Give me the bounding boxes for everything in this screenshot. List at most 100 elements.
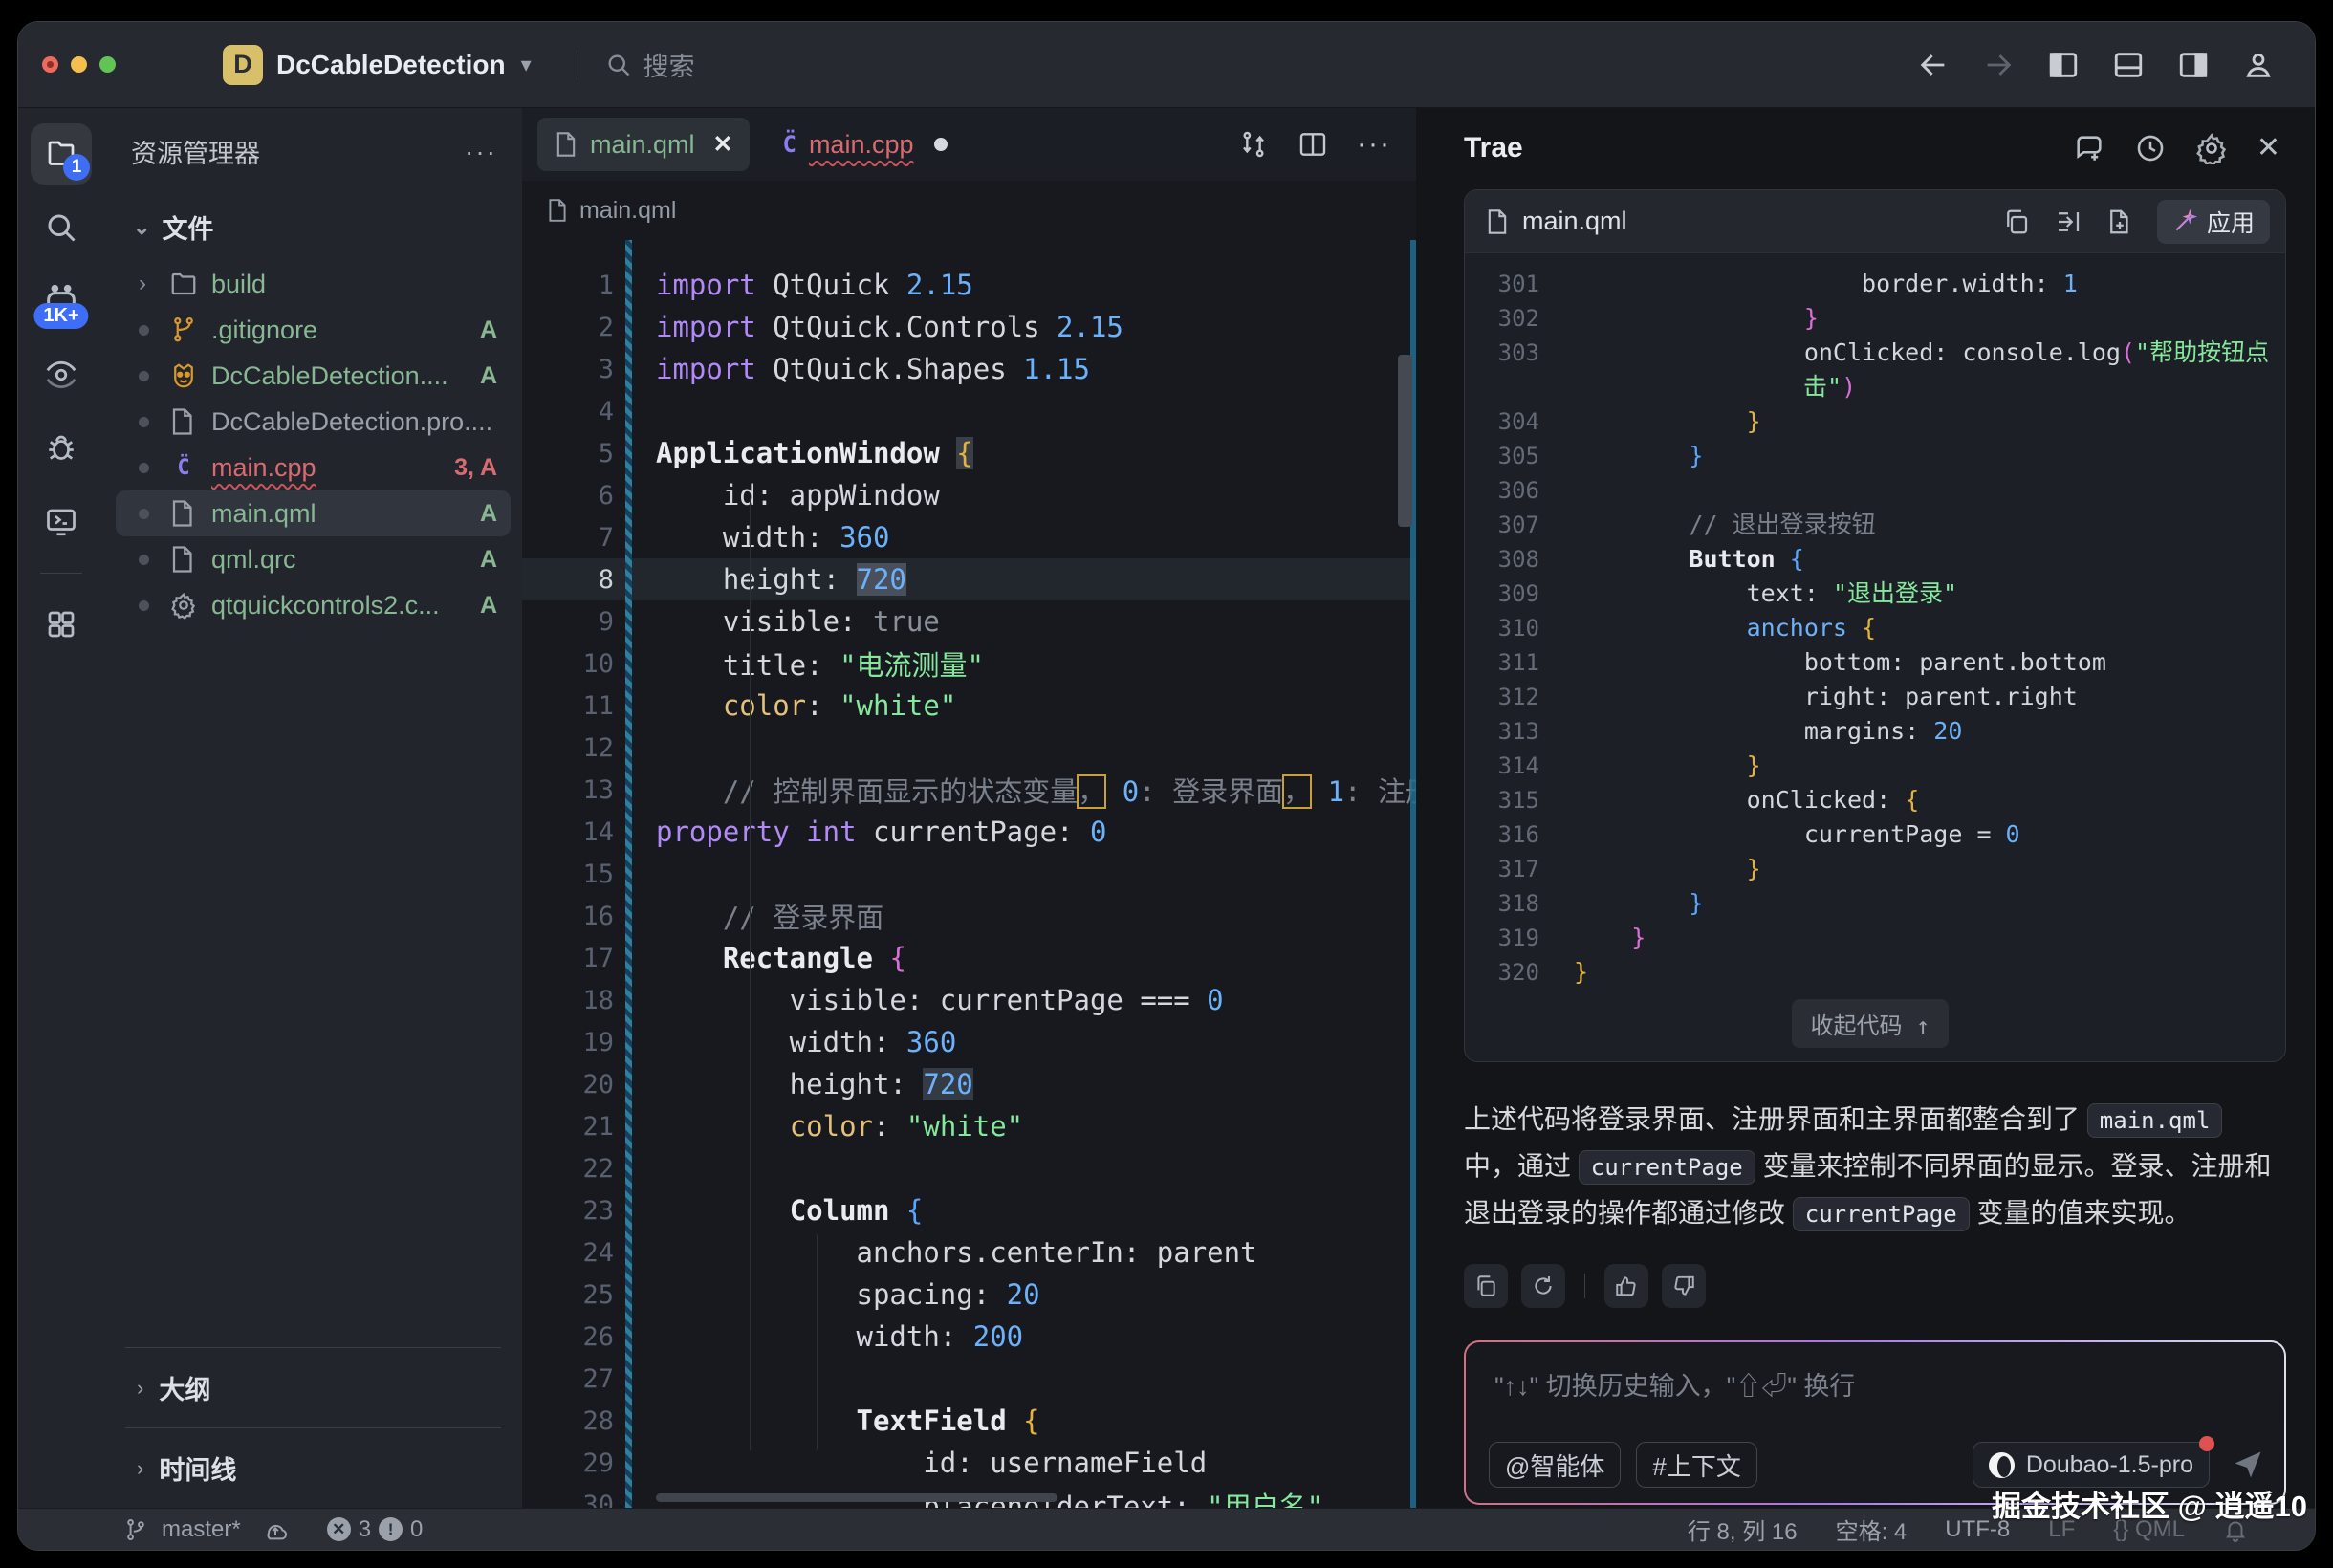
sidebar-item-explorer[interactable]: 1 bbox=[31, 123, 92, 185]
global-search[interactable]: 搜索 bbox=[605, 46, 695, 83]
file-tree-item-main-cpp[interactable]: C̈main.cpp3, A bbox=[116, 445, 511, 490]
code-line-15[interactable]: 15 bbox=[522, 853, 1416, 895]
sidebar-item-preview[interactable] bbox=[31, 344, 92, 405]
thumbs-up-button[interactable] bbox=[1604, 1264, 1648, 1308]
code-line-310[interactable]: 310 anchors { bbox=[1465, 611, 2276, 645]
code-line-13[interactable]: 13 // 控制界面显示的状态变量， 0: 登录界面， 1: 注册界面， bbox=[522, 769, 1416, 811]
code-line-22[interactable]: 22 bbox=[522, 1147, 1416, 1189]
code-line-10[interactable]: 10 title: "电流测量" bbox=[522, 642, 1416, 685]
code-line-21[interactable]: 21 color: "white" bbox=[522, 1105, 1416, 1147]
git-branch-label[interactable]: master* bbox=[162, 1516, 241, 1543]
close-panel-icon[interactable]: ✕ bbox=[2257, 131, 2280, 164]
collapse-code-button[interactable]: 收起代码 ↑ bbox=[1792, 999, 1950, 1048]
maximize-window-button[interactable] bbox=[99, 56, 116, 73]
code-line-23[interactable]: 23 Column { bbox=[522, 1189, 1416, 1231]
code-line-314[interactable]: 314 } bbox=[1465, 749, 2276, 783]
send-button[interactable] bbox=[2231, 1448, 2265, 1482]
close-tab-icon[interactable]: ✕ bbox=[713, 130, 733, 159]
gear-icon[interactable] bbox=[2195, 132, 2228, 164]
code-line-311[interactable]: 311 bottom: parent.bottom bbox=[1465, 645, 2276, 680]
code-line-12[interactable]: 12 bbox=[522, 727, 1416, 769]
code-line-25[interactable]: 25 spacing: 20 bbox=[522, 1274, 1416, 1316]
code-line-308[interactable]: 308 Button { bbox=[1465, 542, 2276, 577]
breadcrumb[interactable]: main.qml bbox=[522, 181, 1416, 240]
code-line-312[interactable]: 312 right: parent.right bbox=[1465, 680, 2276, 714]
code-line-9[interactable]: 9 visible: true bbox=[522, 600, 1416, 642]
agent-chip[interactable]: @智能体 bbox=[1489, 1442, 1621, 1488]
toggle-right-panel-button[interactable] bbox=[2177, 49, 2210, 81]
code-line-309[interactable]: 309 text: "退出登录" bbox=[1465, 577, 2276, 611]
code-line-301[interactable]: 301 border.width: 1 bbox=[1465, 267, 2276, 301]
timeline-section-header[interactable]: › 时间线 bbox=[104, 1428, 522, 1508]
sidebar-item-search[interactable] bbox=[31, 197, 92, 258]
code-line-19[interactable]: 19 width: 360 bbox=[522, 1021, 1416, 1063]
horizontal-scrollbar[interactable] bbox=[656, 1493, 1057, 1502]
outline-section-header[interactable]: › 大纲 bbox=[104, 1348, 522, 1427]
sidebar-item-ai-agent[interactable]: 1K+ bbox=[31, 271, 92, 332]
file-tree-item-dccabledetection-[interactable]: DcCableDetection....A bbox=[116, 353, 511, 399]
apply-code-button[interactable]: 应用 bbox=[2157, 200, 2270, 244]
code-line-304[interactable]: 304 } bbox=[1465, 404, 2276, 439]
code-line-313[interactable]: 313 margins: 20 bbox=[1465, 714, 2276, 749]
code-line-319[interactable]: 319 } bbox=[1465, 921, 2276, 955]
code-line-1[interactable]: 1import QtQuick 2.15 bbox=[522, 264, 1416, 306]
code-line-6[interactable]: 6 id: appWindow bbox=[522, 474, 1416, 516]
indentation[interactable]: 空格: 4 bbox=[1836, 1513, 1908, 1546]
model-selector[interactable]: Doubao-1.5-pro bbox=[1973, 1442, 2210, 1488]
code-line-305[interactable]: 305 } bbox=[1465, 439, 2276, 473]
minimize-window-button[interactable] bbox=[71, 56, 87, 73]
code-line-315[interactable]: 315 onClicked: { bbox=[1465, 783, 2276, 817]
file-tree-item-build[interactable]: ›build bbox=[116, 261, 511, 307]
code-line-2[interactable]: 2import QtQuick.Controls 2.15 bbox=[522, 306, 1416, 348]
history-icon[interactable] bbox=[2134, 132, 2167, 164]
git-branch-icon[interactable] bbox=[123, 1517, 148, 1542]
copy-icon[interactable] bbox=[2002, 207, 2031, 236]
code-line-307[interactable]: 307 // 退出登录按钮 bbox=[1465, 508, 2276, 542]
new-file-icon[interactable] bbox=[2105, 207, 2134, 236]
sidebar-more-button[interactable]: ··· bbox=[465, 137, 497, 167]
file-tree-item--gitignore[interactable]: .gitignoreA bbox=[116, 307, 511, 353]
vertical-scrollbar[interactable] bbox=[1398, 355, 1412, 527]
nav-forward-button[interactable] bbox=[1982, 49, 2015, 81]
code-line-3[interactable]: 3import QtQuick.Shapes 1.15 bbox=[522, 348, 1416, 390]
sidebar-item-extensions[interactable] bbox=[31, 594, 92, 655]
tab-main-qml[interactable]: main.qml ✕ bbox=[537, 118, 750, 171]
code-line-4[interactable]: 4 bbox=[522, 390, 1416, 432]
regenerate-button[interactable] bbox=[1521, 1264, 1565, 1308]
code-line-5[interactable]: 5ApplicationWindow { bbox=[522, 432, 1416, 474]
code-line-20[interactable]: 20 height: 720 bbox=[522, 1063, 1416, 1105]
toggle-left-panel-button[interactable] bbox=[2047, 49, 2080, 81]
toggle-bottom-panel-button[interactable] bbox=[2112, 49, 2145, 81]
file-tree-item-main-qml[interactable]: main.qmlA bbox=[116, 490, 511, 536]
close-window-button[interactable] bbox=[42, 56, 58, 73]
code-line-303[interactable]: 303 onClicked: console.log("帮助按钮点击") bbox=[1465, 336, 2276, 404]
code-line-28[interactable]: 28 TextField { bbox=[522, 1400, 1416, 1442]
context-chip[interactable]: #上下文 bbox=[1636, 1442, 1756, 1488]
code-line-16[interactable]: 16 // 登录界面 bbox=[522, 895, 1416, 937]
split-editor-icon[interactable] bbox=[1297, 129, 1328, 160]
more-actions-icon[interactable]: ··· bbox=[1357, 128, 1391, 161]
sync-icon[interactable] bbox=[262, 1516, 289, 1543]
code-line-7[interactable]: 7 width: 360 bbox=[522, 516, 1416, 558]
insert-code-icon[interactable] bbox=[2054, 207, 2082, 236]
suggested-code-block[interactable]: 301 border.width: 1302 }303 onClicked: c… bbox=[1465, 253, 2285, 1061]
code-line-11[interactable]: 11 color: "white" bbox=[522, 685, 1416, 727]
files-section-header[interactable]: ⌄ 文件 bbox=[104, 170, 522, 246]
code-line-26[interactable]: 26 width: 200 bbox=[522, 1316, 1416, 1358]
project-switcher[interactable]: D DcCableDetection ▾ bbox=[223, 45, 532, 85]
account-icon[interactable] bbox=[2242, 49, 2275, 81]
code-line-8[interactable]: 8 height: 720 bbox=[522, 558, 1416, 600]
compare-changes-icon[interactable] bbox=[1238, 129, 1269, 160]
code-line-18[interactable]: 18 visible: currentPage === 0 bbox=[522, 979, 1416, 1021]
file-tree-item-qml-qrc[interactable]: qml.qrcA bbox=[116, 536, 511, 582]
code-line-24[interactable]: 24 anchors.centerIn: parent bbox=[522, 1231, 1416, 1274]
code-line-17[interactable]: 17 Rectangle { bbox=[522, 937, 1416, 979]
cursor-position[interactable]: 行 8, 列 16 bbox=[1688, 1513, 1798, 1546]
sidebar-item-debug[interactable] bbox=[31, 418, 92, 479]
code-line-318[interactable]: 318 } bbox=[1465, 886, 2276, 921]
code-line-14[interactable]: 14property int currentPage: 0 bbox=[522, 811, 1416, 853]
code-line-317[interactable]: 317 } bbox=[1465, 852, 2276, 886]
sidebar-item-terminal[interactable] bbox=[31, 491, 92, 553]
problems-indicator[interactable]: ✕ 3 ! 0 bbox=[327, 1516, 424, 1543]
copy-message-button[interactable] bbox=[1464, 1264, 1508, 1308]
